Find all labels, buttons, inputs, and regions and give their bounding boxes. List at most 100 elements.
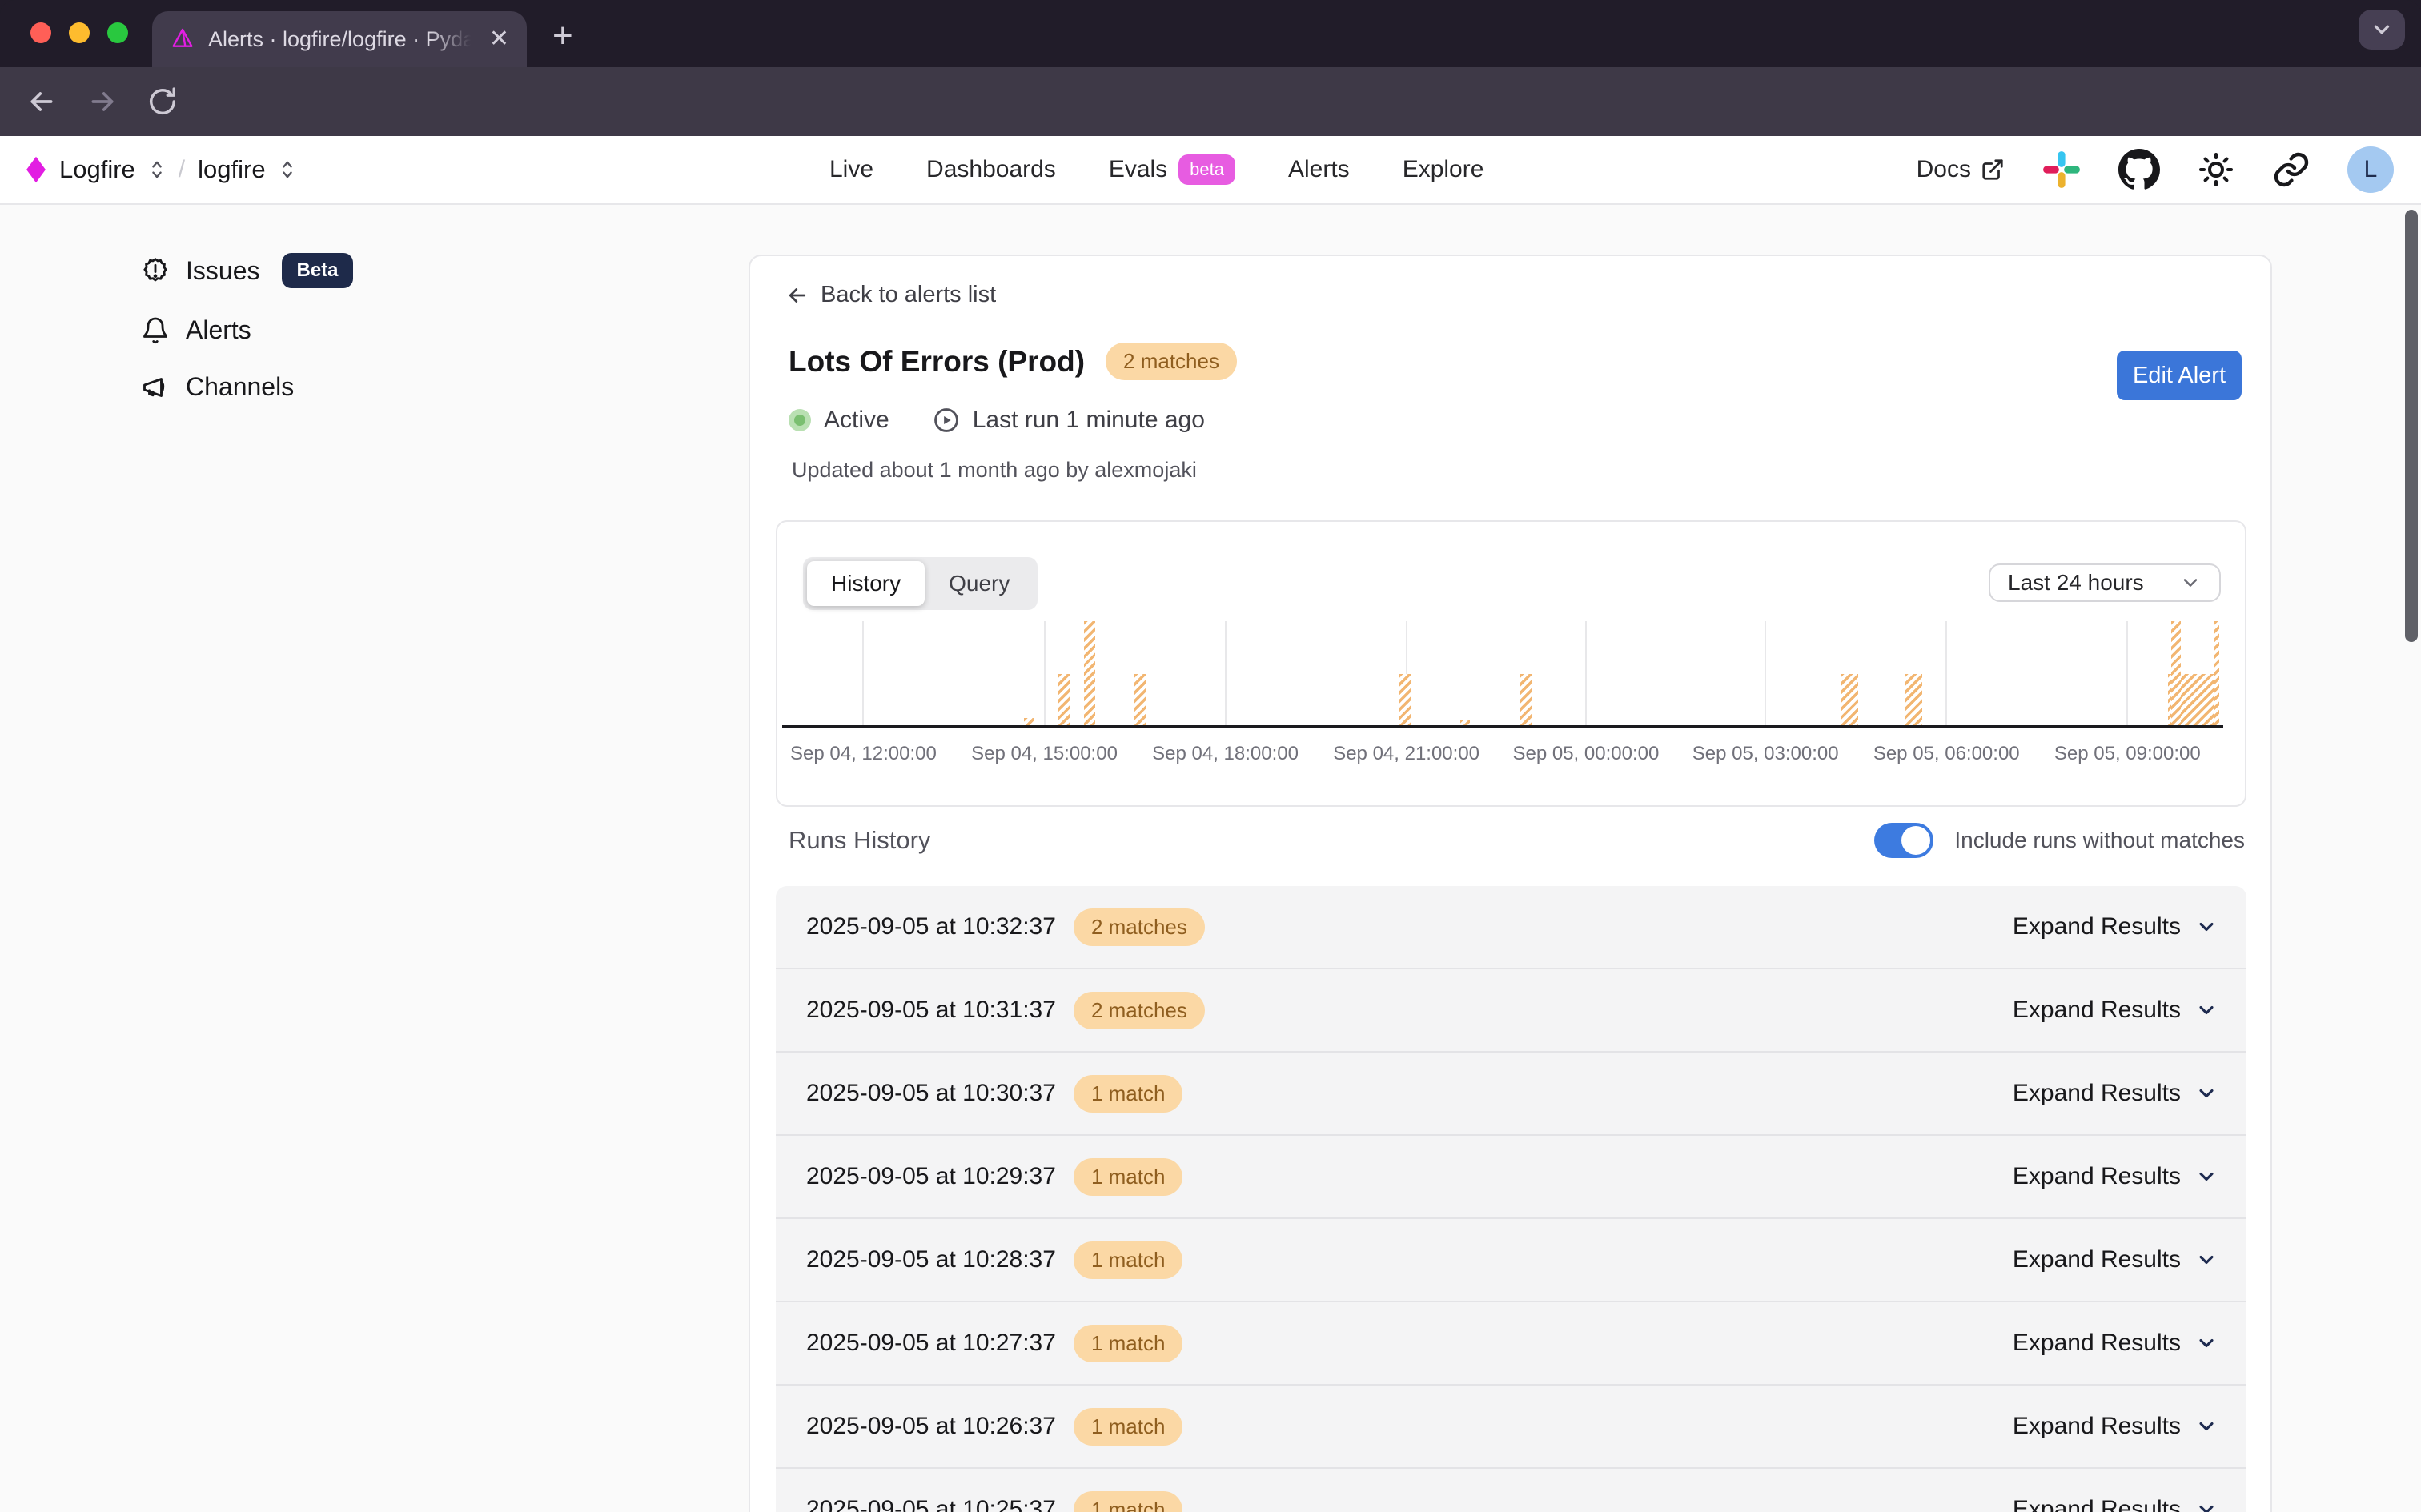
sidebar-item-channels[interactable]: Channels <box>141 372 353 402</box>
sidebar-item-issues[interactable]: Issues Beta <box>141 253 353 288</box>
run-row-left: 2025-09-05 at 10:27:371 match <box>806 1325 1182 1362</box>
expand-results-button[interactable]: Expand Results <box>2013 997 2218 1024</box>
include-runs-toggle[interactable] <box>1874 823 1933 858</box>
expand-results-button[interactable]: Expand Results <box>2013 1413 2218 1440</box>
chevron-down-icon <box>2195 999 2218 1021</box>
history-query-tabs: History Query <box>803 557 1038 610</box>
breadcrumb: Logfire / logfire <box>26 136 296 203</box>
page-scrollbar[interactable] <box>2405 210 2418 642</box>
run-row: 2025-09-05 at 10:29:371 matchExpand Resu… <box>776 1136 2246 1219</box>
back-icon[interactable] <box>26 86 58 118</box>
run-row: 2025-09-05 at 10:28:371 matchExpand Resu… <box>776 1219 2246 1302</box>
run-row: 2025-09-05 at 10:26:371 matchExpand Resu… <box>776 1386 2246 1469</box>
docs-link[interactable]: Docs <box>1917 156 2005 183</box>
x-axis-tick-label: Sep 05, 09:00:00 <box>2054 743 2201 765</box>
avatar-initial: L <box>2364 156 2378 183</box>
run-row-left: 2025-09-05 at 10:25:371 match <box>806 1491 1182 1512</box>
issues-icon <box>141 256 170 285</box>
org-selector-icon[interactable] <box>148 159 166 180</box>
nav-item-label: Alerts <box>1288 156 1350 183</box>
sidebar-item-alerts[interactable]: Alerts <box>141 315 353 345</box>
logfire-favicon <box>170 26 195 52</box>
matches-badge: 2 matches <box>1106 343 1237 380</box>
new-tab-button[interactable]: + <box>552 16 573 56</box>
nav-item-alerts[interactable]: Alerts <box>1288 156 1350 183</box>
last-run-label: Last run 1 minute ago <box>973 407 1205 434</box>
active-status-dot <box>789 409 811 431</box>
nav-item-explore[interactable]: Explore <box>1403 156 1484 183</box>
expand-results-button[interactable]: Expand Results <box>2013 1330 2218 1357</box>
back-to-alerts-link[interactable]: Back to alerts list <box>785 282 996 308</box>
chart-gridline <box>1044 621 1046 727</box>
external-link-icon <box>1981 158 2005 182</box>
chevron-down-icon <box>2195 916 2218 938</box>
play-circle-icon <box>933 407 960 434</box>
expand-results-button[interactable]: Expand Results <box>2013 1496 2218 1512</box>
chart-bar <box>1520 674 1532 727</box>
run-row: 2025-09-05 at 10:31:372 matchesExpand Re… <box>776 969 2246 1053</box>
header-actions: Docs L <box>1917 136 2394 203</box>
expand-results-label: Expand Results <box>2013 1080 2181 1107</box>
chart-bar <box>2214 621 2219 727</box>
tab-search-button[interactable] <box>2359 10 2405 50</box>
nav-item-live[interactable]: Live <box>829 156 873 183</box>
chart-x-axis <box>782 725 2223 728</box>
forward-icon[interactable] <box>86 86 118 118</box>
time-range-dropdown[interactable]: Last 24 hours <box>1989 563 2221 602</box>
share-link-icon[interactable] <box>2272 150 2311 189</box>
nav-item-dashboards[interactable]: Dashboards <box>926 156 1056 183</box>
maximize-window-button[interactable] <box>107 22 128 43</box>
match-count-badge: 1 match <box>1074 1241 1183 1279</box>
nav-item-label: Live <box>829 156 873 183</box>
org-name[interactable]: Logfire <box>59 155 135 184</box>
x-axis-tick-label: Sep 04, 18:00:00 <box>1152 743 1299 765</box>
tab-query[interactable]: Query <box>925 561 1034 606</box>
x-axis-tick-label: Sep 05, 03:00:00 <box>1692 743 1839 765</box>
expand-results-button[interactable]: Expand Results <box>2013 1080 2218 1107</box>
reload-icon[interactable] <box>147 86 178 117</box>
x-axis-tick-label: Sep 05, 06:00:00 <box>1873 743 2020 765</box>
chart-gridline <box>1945 621 1947 727</box>
chart-x-tick-labels: Sep 04, 12:00:00Sep 04, 15:00:00Sep 04, … <box>795 743 2220 775</box>
expand-results-label: Expand Results <box>2013 1496 2181 1512</box>
tab-history[interactable]: History <box>807 561 925 606</box>
expand-results-label: Expand Results <box>2013 997 2181 1024</box>
sidebar-item-label: Issues <box>186 256 259 286</box>
browser-tab[interactable]: Alerts · logfire/logfire · Pydant ✕ <box>152 11 527 67</box>
expand-results-button[interactable]: Expand Results <box>2013 1163 2218 1190</box>
chart-bar <box>1905 674 1922 727</box>
project-selector-icon[interactable] <box>279 159 296 180</box>
nav-item-evals[interactable]: Evalsbeta <box>1109 154 1235 185</box>
slack-icon[interactable] <box>2042 150 2082 190</box>
tab-close-icon[interactable]: ✕ <box>489 27 509 51</box>
run-timestamp: 2025-09-05 at 10:29:37 <box>806 1163 1056 1190</box>
theme-sun-icon[interactable] <box>2197 150 2235 189</box>
chart-bar <box>1841 674 1858 727</box>
run-row: 2025-09-05 at 10:30:371 matchExpand Resu… <box>776 1053 2246 1136</box>
chevron-down-icon <box>2195 1165 2218 1188</box>
expand-results-button[interactable]: Expand Results <box>2013 913 2218 940</box>
run-timestamp: 2025-09-05 at 10:32:37 <box>806 913 1056 940</box>
sidebar-item-label: Channels <box>186 372 294 402</box>
chevron-down-icon <box>2370 18 2394 42</box>
expand-results-button[interactable]: Expand Results <box>2013 1246 2218 1273</box>
chart-bar <box>1399 674 1411 727</box>
include-runs-toggle-row: Include runs without matches <box>1874 823 2245 858</box>
github-icon[interactable] <box>2118 149 2160 191</box>
match-count-badge: 2 matches <box>1074 992 1205 1029</box>
nav-item-label: Evals <box>1109 156 1167 183</box>
expand-results-label: Expand Results <box>2013 1246 2181 1273</box>
browser-tab-strip: Alerts · logfire/logfire · Pydant ✕ + <box>0 0 2421 67</box>
chevron-down-icon <box>2195 1498 2218 1512</box>
page-content: Issues Beta Alerts Channels Back to aler… <box>0 205 2421 1512</box>
project-name[interactable]: logfire <box>198 155 265 184</box>
updated-line: Updated about 1 month ago by alexmojaki <box>792 458 1197 483</box>
user-avatar[interactable]: L <box>2347 146 2394 193</box>
x-axis-tick-label: Sep 04, 12:00:00 <box>790 743 937 765</box>
close-window-button[interactable] <box>30 22 51 43</box>
minimize-window-button[interactable] <box>69 22 90 43</box>
edit-alert-button[interactable]: Edit Alert <box>2117 351 2242 400</box>
docs-label: Docs <box>1917 156 1971 183</box>
match-count-badge: 1 match <box>1074 1408 1183 1446</box>
arrow-left-icon <box>785 283 809 307</box>
